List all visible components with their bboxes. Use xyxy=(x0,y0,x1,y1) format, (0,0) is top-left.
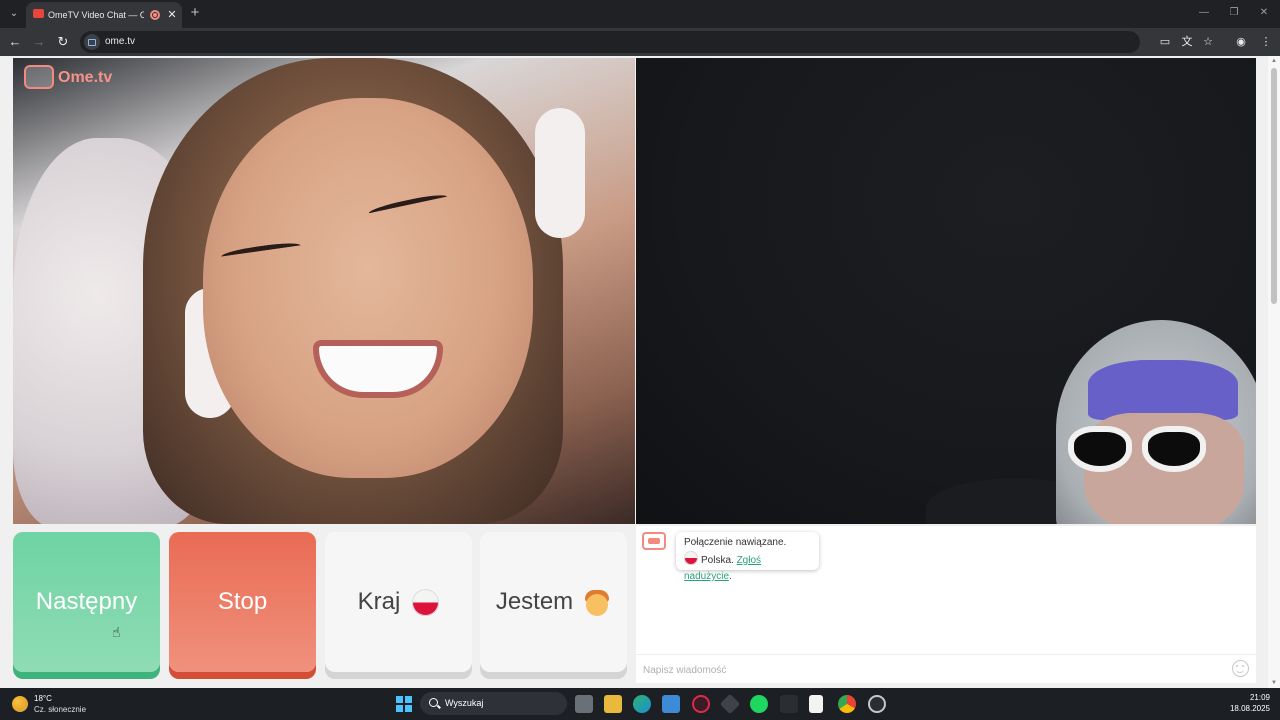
site-info-icon[interactable] xyxy=(84,34,100,50)
app-cube-icon[interactable] xyxy=(719,693,741,715)
new-tab-button[interactable]: + xyxy=(188,5,202,21)
next-button-label: Następny xyxy=(35,588,138,615)
store-icon[interactable] xyxy=(662,695,680,713)
report-suffix: . xyxy=(729,571,732,582)
connection-status: Połączenie nawiązane. xyxy=(684,537,787,548)
video-person-face xyxy=(203,98,533,478)
scroll-up-icon[interactable]: ▲ xyxy=(1271,58,1277,64)
tab-strip: ⌄ OmeTV Video Chat — Ome ✕ + — ❐ ✕ xyxy=(0,0,1280,28)
recorder-icon[interactable] xyxy=(692,695,710,713)
close-window-icon[interactable]: ✕ xyxy=(1257,6,1271,20)
back-icon[interactable]: ← xyxy=(7,34,23,50)
browser-toolbar: ← → ↻ ome.tv ▭ 文 ☆ ◉ ⋮ xyxy=(0,28,1280,56)
next-button[interactable]: Następny ☝ xyxy=(13,532,160,672)
sunglasses-left xyxy=(1068,426,1132,472)
edge-icon[interactable] xyxy=(633,695,651,713)
headphone-right xyxy=(535,108,585,238)
self-video xyxy=(636,58,1256,524)
weather-icon[interactable] xyxy=(12,696,28,712)
address-bar[interactable]: ome.tv xyxy=(80,31,1140,53)
ometv-logo-text: Ome.tv xyxy=(58,69,113,86)
tab-title: OmeTV Video Chat — Ome xyxy=(48,10,144,20)
partner-country: Polska. xyxy=(701,555,734,566)
partner-location: Polska. Zgłoś nadużycie. xyxy=(684,551,811,585)
gender-button-label: Jestem xyxy=(495,588,574,615)
video-bandana xyxy=(1088,360,1238,420)
task-view-icon[interactable] xyxy=(575,695,593,713)
stop-button-label: Stop xyxy=(217,588,268,615)
restore-icon[interactable]: ❐ xyxy=(1227,6,1241,20)
page-content: Ome.tv Następny ☝ Stop Kraj Jestem Połąc… xyxy=(0,56,1280,688)
pen-tool-icon[interactable] xyxy=(780,695,798,713)
spotify-icon[interactable] xyxy=(750,695,768,713)
translate-icon[interactable]: 文 xyxy=(1179,34,1195,50)
ometv-logo-icon xyxy=(24,65,54,89)
weather-description[interactable]: Cz. słonecznie xyxy=(34,705,86,715)
chrome-icon[interactable] xyxy=(838,695,856,713)
gender-button[interactable]: Jestem xyxy=(480,532,627,672)
search-icon xyxy=(429,698,438,707)
profile-icon[interactable]: ◉ xyxy=(1233,34,1249,50)
sunglasses-right xyxy=(1142,426,1206,472)
scroll-thumb[interactable] xyxy=(1271,68,1277,304)
url-text: ome.tv xyxy=(105,36,136,47)
taskbar-time[interactable]: 21:09 xyxy=(1240,693,1270,703)
menu-kebab-icon[interactable]: ⋮ xyxy=(1258,34,1274,50)
minimize-icon[interactable]: — xyxy=(1197,6,1211,20)
boy-emoji-icon xyxy=(583,588,611,616)
bookmark-star-icon[interactable]: ☆ xyxy=(1200,34,1216,50)
ometv-chat-logo-icon xyxy=(642,532,666,550)
cast-icon[interactable]: ▭ xyxy=(1157,34,1173,50)
page-scrollbar[interactable]: ▲ ▼ xyxy=(1268,56,1280,688)
country-button[interactable]: Kraj xyxy=(325,532,472,672)
smiley-icon[interactable] xyxy=(1232,660,1249,677)
favicon-icon xyxy=(33,9,44,18)
search-label: Wyszukaj xyxy=(445,698,484,708)
recording-icon xyxy=(150,10,160,20)
browser-tab[interactable]: OmeTV Video Chat — Ome ✕ xyxy=(26,2,182,28)
stop-button[interactable]: Stop xyxy=(169,532,316,672)
partner-video: Ome.tv xyxy=(13,58,635,524)
poland-flag-small-icon xyxy=(684,551,698,565)
forward-icon[interactable]: → xyxy=(31,34,47,50)
windows-taskbar: 18°C Cz. słonecznie Wyszukaj 21:09 18.08… xyxy=(0,688,1280,720)
file-explorer-icon[interactable] xyxy=(604,695,622,713)
chat-message-input[interactable] xyxy=(643,662,1203,678)
country-button-label: Kraj xyxy=(357,588,401,615)
taskbar-search[interactable]: Wyszukaj xyxy=(420,692,567,715)
poland-flag-icon xyxy=(412,588,440,616)
windows-start-icon[interactable] xyxy=(396,696,412,712)
recording-app-icon[interactable] xyxy=(868,695,886,713)
chat-input-area xyxy=(636,654,1256,683)
system-message: Połączenie nawiązane. Polska. Zgłoś nadu… xyxy=(676,532,819,582)
tab-search-icon[interactable]: ⌄ xyxy=(6,6,22,22)
taskbar-date[interactable]: 18.08.2025 xyxy=(1220,704,1270,714)
chat-panel: Połączenie nawiązane. Polska. Zgłoś nadu… xyxy=(636,526,1256,683)
reload-icon[interactable]: ↻ xyxy=(55,34,71,50)
weather-temperature[interactable]: 18°C xyxy=(34,694,52,704)
document-icon[interactable] xyxy=(809,695,823,713)
hand-cursor-icon: ☝ xyxy=(112,624,121,640)
scroll-down-icon[interactable]: ▼ xyxy=(1271,680,1277,686)
tab-close-icon[interactable]: ✕ xyxy=(166,8,178,22)
